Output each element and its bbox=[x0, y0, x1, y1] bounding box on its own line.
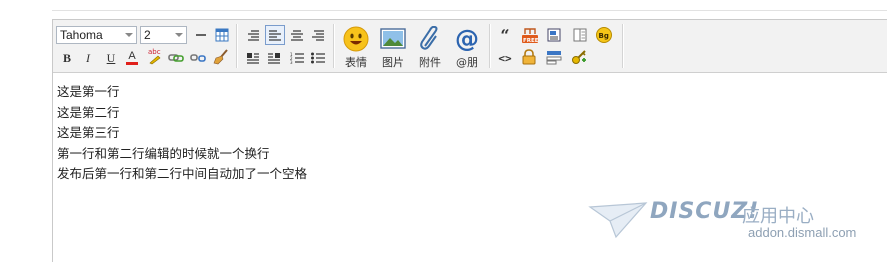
watermark-url: addon.dismall.com bbox=[748, 225, 857, 240]
align-right-icon bbox=[248, 30, 259, 41]
quote-button[interactable]: “ bbox=[496, 25, 514, 45]
content-line: 第一行和第二行编辑的时候就一个换行 bbox=[57, 145, 270, 161]
paperclip-icon bbox=[420, 25, 438, 50]
ordered-list-icon: 123 bbox=[290, 52, 304, 64]
align-left-icon bbox=[269, 30, 281, 41]
float-left-button[interactable] bbox=[244, 49, 262, 67]
float-right-button[interactable] bbox=[265, 49, 283, 67]
svg-text:abc: abc bbox=[148, 48, 161, 56]
bg-label: Bg bbox=[599, 32, 609, 40]
align-justify-icon bbox=[312, 30, 324, 41]
link-icon bbox=[168, 54, 184, 62]
italic-button[interactable]: I bbox=[79, 49, 97, 67]
chevron-down-icon bbox=[175, 33, 183, 37]
chevron-down-icon bbox=[125, 33, 133, 37]
unordered-list-button[interactable] bbox=[309, 49, 327, 67]
bold-label: B bbox=[62, 50, 71, 65]
image-label: 图片 bbox=[382, 56, 404, 69]
index-button[interactable] bbox=[571, 26, 589, 44]
top-edge bbox=[52, 0, 887, 11]
code-label: <> bbox=[498, 51, 512, 65]
code-button[interactable]: <> bbox=[496, 49, 514, 67]
bold-button[interactable]: B bbox=[58, 49, 76, 67]
float-left-icon bbox=[247, 53, 259, 64]
toolbar-separator bbox=[622, 24, 624, 68]
content-line: 这是第一行 bbox=[57, 84, 120, 99]
content-line: 发布后第一行和第二行中间自动加了一个空格 bbox=[57, 166, 308, 181]
lock-icon bbox=[522, 49, 536, 65]
attachment-label: 附件 bbox=[419, 56, 441, 69]
free-icon: FREE bbox=[522, 28, 539, 44]
align-center-icon bbox=[291, 30, 303, 41]
underline-label: U bbox=[106, 50, 116, 65]
clear-format-button[interactable] bbox=[212, 48, 230, 66]
underline-button[interactable]: U bbox=[102, 49, 120, 67]
content-line: 这是第三行 bbox=[57, 125, 120, 140]
background-color-button[interactable]: Bg bbox=[594, 25, 614, 45]
quote-label: “ bbox=[500, 25, 510, 45]
at-sign-icon: @ bbox=[455, 25, 479, 53]
mention-label: @朋 bbox=[456, 56, 478, 69]
ordered-list-button[interactable]: 123 bbox=[288, 49, 306, 67]
spellcheck-icon: abc bbox=[148, 48, 161, 65]
content-line: 这是第二行 bbox=[57, 104, 120, 120]
mention-button[interactable]: @ @朋 bbox=[449, 24, 485, 70]
form-icon bbox=[546, 51, 562, 65]
svg-text:@: @ bbox=[455, 26, 479, 52]
smiley-icon bbox=[343, 26, 369, 52]
align-left-button[interactable] bbox=[265, 25, 285, 45]
toolbar-separator bbox=[489, 24, 491, 68]
float-right-icon bbox=[268, 53, 280, 64]
font-color-swatch bbox=[126, 62, 138, 65]
font-size-select[interactable]: 2 bbox=[140, 26, 187, 44]
broom-icon bbox=[213, 49, 228, 65]
spellcheck-button[interactable]: abc bbox=[145, 47, 165, 65]
font-family-value: Tahoma bbox=[60, 28, 103, 42]
svg-text:3: 3 bbox=[290, 60, 293, 64]
align-justify-button[interactable] bbox=[309, 26, 327, 44]
editor-content[interactable]: 这是第一行 这是第二行 这是第三行 第一行和第二行编辑的时候就一个换行 发布后第… bbox=[57, 82, 307, 185]
toolbar-separator bbox=[333, 24, 335, 68]
horizontal-rule-button[interactable] bbox=[192, 26, 210, 44]
unlink-icon bbox=[190, 54, 206, 62]
image-button[interactable]: 图片 bbox=[375, 24, 411, 70]
emoticon-label: 表情 bbox=[345, 56, 367, 69]
align-right-button[interactable] bbox=[244, 26, 262, 44]
link-button[interactable] bbox=[167, 49, 185, 67]
page-icon bbox=[547, 28, 561, 42]
unlink-button[interactable] bbox=[189, 49, 207, 67]
editor-toolbar: Tahoma 2 B I U A abc 1 2 3 表情 图片 附件 @ @朋… bbox=[53, 20, 887, 73]
horizontal-rule-icon bbox=[196, 34, 206, 36]
table-button[interactable] bbox=[213, 26, 231, 44]
key-button[interactable] bbox=[570, 48, 588, 66]
columns-icon bbox=[573, 28, 587, 42]
free-content-button[interactable]: FREE bbox=[520, 25, 540, 45]
page-break-button[interactable] bbox=[545, 26, 563, 44]
align-center-button[interactable] bbox=[288, 26, 306, 44]
top-strip bbox=[0, 0, 887, 18]
paper-plane-icon bbox=[588, 202, 648, 239]
font-color-button[interactable]: A bbox=[123, 49, 141, 67]
font-size-value: 2 bbox=[144, 28, 151, 42]
italic-label: I bbox=[86, 50, 90, 65]
image-icon bbox=[380, 28, 406, 49]
emoticon-button[interactable]: 表情 bbox=[338, 24, 374, 70]
key-icon bbox=[572, 50, 586, 64]
bg-badge-icon: Bg bbox=[596, 27, 612, 43]
toolbar-separator bbox=[236, 24, 238, 68]
font-color-label: A bbox=[128, 50, 136, 62]
unordered-list-icon bbox=[311, 52, 325, 64]
watermark: DISCUZ! 应用中心 addon.dismall.com bbox=[588, 197, 878, 247]
password-button[interactable] bbox=[545, 48, 563, 66]
font-family-select[interactable]: Tahoma bbox=[56, 26, 137, 44]
hide-content-button[interactable] bbox=[520, 48, 538, 66]
free-label: FREE bbox=[523, 38, 539, 44]
attachment-button[interactable]: 附件 bbox=[412, 24, 448, 70]
table-icon bbox=[215, 28, 229, 42]
